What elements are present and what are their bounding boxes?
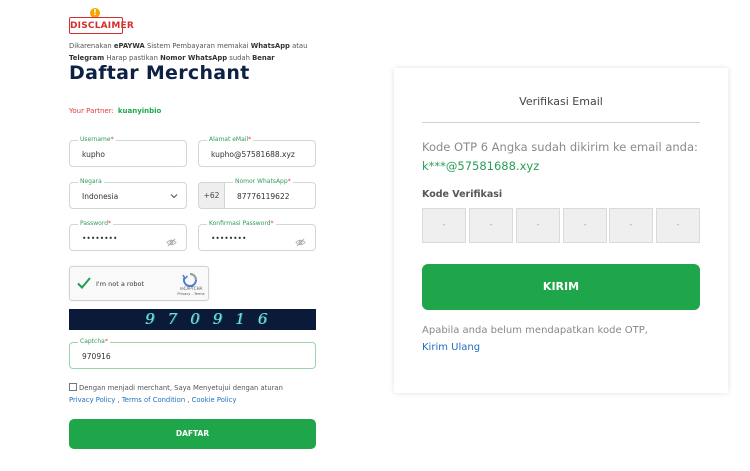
email-label: Alamat eMail [209,136,249,143]
otp-message: Kode OTP 6 Angka sudah dikirim ke email … [422,140,698,173]
partner-info: Your Partner: kuanyinbio [69,107,161,115]
disclaimer-label: DISCLAIMER [69,17,134,34]
country-code-prefix: +62 [198,182,224,209]
recaptcha-widget[interactable]: I'm not a robot reCAPTCHA Privacy - Term… [69,266,209,301]
disclaimer-notice: Dikarenakan ePAYWA Sistem Pembayaran mem… [69,42,308,62]
terms-of-condition-link[interactable]: Terms of Condition [122,396,185,404]
chevron-down-icon [170,192,178,202]
email-value: kupho@57581688.xyz [211,150,295,159]
resend-info: Apabila anda belum mendapatkan kode OTP,… [422,322,702,356]
captcha-label: Captcha [80,338,105,345]
terms-checkbox[interactable] [69,383,77,391]
card-divider [422,122,700,123]
terms-text: Dengan menjadi merchant, Saya Menyetujui… [79,384,283,392]
submit-otp-button[interactable]: KIRIM [422,264,700,310]
recaptcha-links[interactable]: Privacy - Terms [174,292,208,296]
cookie-policy-link[interactable]: Cookie Policy [192,396,237,404]
verification-title: Verifikasi Email [519,95,603,108]
page-title: Daftar Merchant [69,62,250,84]
recaptcha-logo-icon [182,272,198,287]
otp-digit-1[interactable]: - [422,208,466,243]
captcha-field[interactable]: Captcha* 970916 [69,338,316,369]
whatsapp-value: 87776119622 [237,192,290,201]
username-value: kupho [82,150,105,159]
captcha-image: 970916 [69,309,316,330]
verification-code-label: Kode Verifikasi [422,189,503,200]
otp-digit-3[interactable]: - [516,208,560,243]
otp-digit-6[interactable]: - [656,208,700,243]
partner-value: kuanyinbio [117,107,162,115]
recaptcha-text: I'm not a robot [96,280,145,288]
register-button[interactable]: DAFTAR [69,419,316,449]
resend-message: Apabila anda belum mendapatkan kode OTP, [422,325,648,336]
country-select[interactable]: Negara Indonesia [69,178,187,209]
whatsapp-label: Nomor WhatsApp [235,178,288,185]
otp-digit-5[interactable]: - [609,208,653,243]
confirm-password-label: Konfirmasi Password [209,220,271,227]
eye-slash-icon[interactable] [295,233,306,247]
confirm-password-value: •••••••• [211,234,247,243]
password-label: Password [80,220,109,227]
password-value: •••••••• [82,234,118,243]
country-label: Negara [78,178,104,186]
terms-agreement: Dengan menjadi merchant, Saya Menyetujui… [69,383,283,404]
otp-digit-2[interactable]: - [469,208,513,243]
partner-label: Your Partner: [69,107,114,115]
eye-slash-icon[interactable] [166,233,177,247]
email-field[interactable]: Alamat eMail* kupho@57581688.xyz [198,136,316,167]
otp-digit-4[interactable]: - [563,208,607,243]
resend-link[interactable]: Kirim Ulang [422,342,480,353]
whatsapp-field[interactable]: Nomor WhatsApp* 87776119622 [224,178,316,209]
captcha-image-code: 970916 [145,310,281,328]
confirm-password-field[interactable]: Konfirmasi Password* •••••••• [198,220,316,251]
password-field[interactable]: Password* •••••••• [69,220,187,251]
captcha-value: 970916 [82,352,111,361]
disclaimer-badge: ! DISCLAIMER [69,8,134,36]
username-label: Username [80,136,111,143]
privacy-policy-link[interactable]: Privacy Policy [69,396,115,404]
otp-email: k***@57581688.xyz [422,159,540,173]
checkmark-icon[interactable] [76,275,92,291]
username-field[interactable]: Username* kupho [69,136,187,167]
country-value: Indonesia [82,192,119,201]
recaptcha-brand: reCAPTCHA [179,286,203,291]
